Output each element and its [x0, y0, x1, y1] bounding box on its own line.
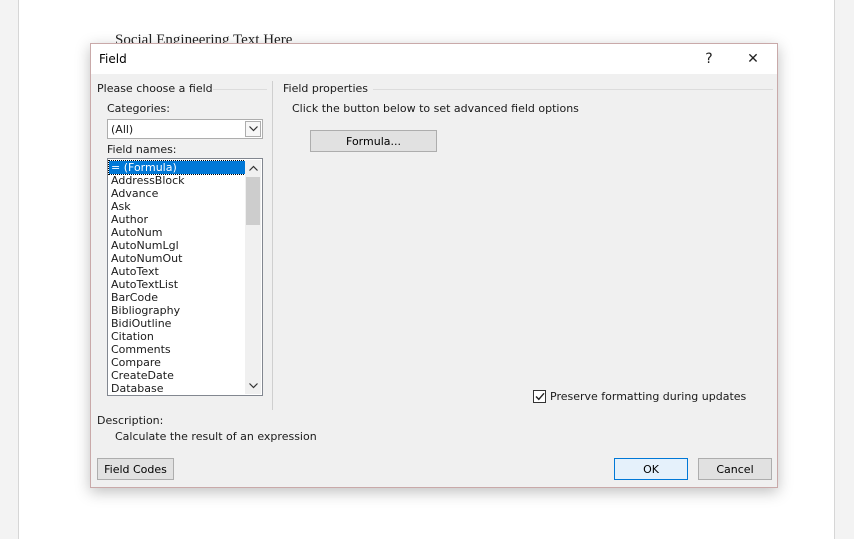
list-item[interactable]: AutoNumOut [109, 252, 245, 265]
dialog-title: Field [99, 52, 127, 66]
ok-button[interactable]: OK [614, 458, 688, 480]
preserve-formatting-label[interactable]: Preserve formatting during updates [550, 390, 746, 403]
list-item[interactable]: Database [109, 382, 245, 395]
list-item[interactable]: Advance [109, 187, 245, 200]
instructions-text: Click the button below to set advanced f… [292, 102, 579, 115]
help-button[interactable]: ? [689, 44, 729, 74]
chevron-down-icon[interactable] [245, 121, 261, 137]
close-icon: ✕ [747, 51, 759, 67]
question-icon: ? [705, 51, 713, 67]
choose-field-heading: Please choose a field [97, 82, 213, 95]
chevron-down-icon[interactable] [245, 378, 261, 394]
list-item[interactable]: Citation [109, 330, 245, 343]
list-item[interactable]: BarCode [109, 291, 245, 304]
field-codes-button[interactable]: Field Codes [97, 458, 174, 480]
categories-label: Categories: [107, 102, 170, 115]
list-item[interactable]: AddressBlock [109, 174, 245, 187]
scroll-thumb[interactable] [246, 177, 260, 225]
field-names-listbox[interactable]: = (Formula) AddressBlock Advance Ask Author A… [107, 158, 263, 396]
list-item[interactable]: Compare [109, 356, 245, 369]
field-dialog: Field ? ✕ Please choose a field Categori… [90, 43, 778, 488]
dialog-titlebar: Field ? ✕ [91, 44, 777, 74]
field-names-label: Field names: [107, 143, 177, 156]
list-item[interactable]: AutoNumLgl [109, 239, 245, 252]
list-item[interactable]: = (Formula) [108, 160, 246, 175]
field-names-list: = (Formula) AddressBlock Advance Ask Author A… [108, 160, 246, 395]
check-icon [535, 392, 545, 401]
listbox-scrollbar[interactable] [245, 160, 261, 394]
panel-divider [272, 81, 273, 410]
left-heading-rule [213, 89, 267, 90]
categories-label-text: Categories: [107, 102, 170, 115]
description-text: Calculate the result of an expression [115, 430, 317, 443]
right-heading-rule [373, 89, 773, 90]
cancel-button[interactable]: Cancel [698, 458, 772, 480]
list-item[interactable]: Comments [109, 343, 245, 356]
field-properties-heading: Field properties [283, 82, 369, 95]
list-item[interactable]: AutoTextList [109, 278, 245, 291]
description-label: Description: [97, 414, 164, 427]
list-item[interactable]: Bibliography [109, 304, 245, 317]
list-item[interactable]: BidiOutline [109, 317, 245, 330]
list-item[interactable]: AutoNum [109, 226, 245, 239]
list-item[interactable]: CreateDate [109, 369, 245, 382]
categories-value: (All) [111, 123, 134, 136]
list-item[interactable]: Author [109, 213, 245, 226]
chevron-up-icon[interactable] [245, 160, 261, 176]
close-button[interactable]: ✕ [733, 44, 773, 74]
formula-button[interactable]: Formula... [310, 130, 437, 152]
preserve-formatting-checkbox[interactable] [533, 390, 546, 403]
categories-combobox[interactable]: (All) [107, 119, 263, 139]
list-item[interactable]: Ask [109, 200, 245, 213]
list-item[interactable]: AutoText [109, 265, 245, 278]
